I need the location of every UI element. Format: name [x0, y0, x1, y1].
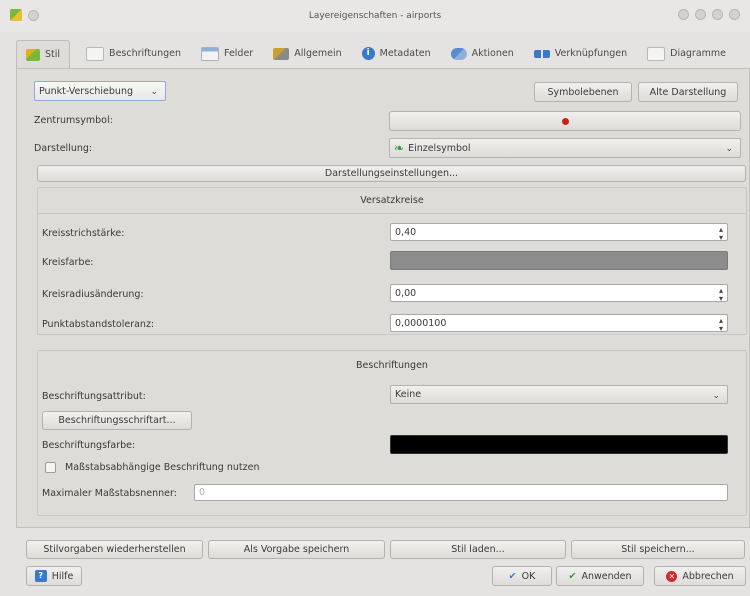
save-as-default-button[interactable]: Als Vorgabe speichern	[208, 540, 385, 559]
label-attribute-label: Beschriftungsattribut:	[42, 391, 146, 402]
tab-metadaten[interactable]: i Metadaten	[352, 40, 441, 66]
actions-icon	[450, 47, 467, 60]
tab-felder[interactable]: Felder	[191, 40, 263, 66]
tab-allgemein[interactable]: Allgemein	[263, 40, 351, 66]
tab-label: Allgemein	[294, 48, 342, 59]
spinbox-arrows-icon[interactable]: ▴ ▾	[719, 287, 723, 303]
apply-button[interactable]: ✔ Anwenden	[556, 566, 644, 586]
point-tolerance-value: 0,0000100	[395, 317, 447, 329]
spinbox-arrows-icon[interactable]: ▴ ▾	[719, 226, 723, 242]
circle-radius-value: 0,00	[395, 287, 417, 299]
renderer-label: Darstellung:	[34, 143, 93, 154]
window-title: Layereigenschaften - airports	[308, 11, 442, 21]
tab-label: Stil	[45, 49, 61, 60]
spinbox-arrows-icon[interactable]: ▴ ▾	[719, 317, 723, 333]
cancel-button[interactable]: ✕ Abbrechen	[654, 566, 746, 586]
checkmark-icon: ✔	[508, 570, 517, 582]
ok-button[interactable]: ✔ OK	[492, 566, 552, 586]
label-color-button[interactable]	[390, 435, 728, 454]
renderer-type-value: Punkt-Verschiebung	[39, 85, 133, 97]
labels-heading: Beschriftungen	[356, 360, 428, 371]
scale-dependent-checkbox[interactable]	[45, 462, 56, 473]
offset-circles-heading: Versatzkreise	[360, 195, 424, 206]
tab-label: Verknüpfungen	[554, 48, 628, 59]
circle-radius-spinbox[interactable]: 0,00 ▴ ▾	[390, 284, 728, 303]
info-icon: i	[361, 47, 375, 60]
chevron-down-icon: ⌄	[712, 391, 720, 401]
center-symbol-label: Zentrumsymbol:	[34, 115, 113, 126]
tab-bar: Stil Beschriftungen Felder Allgemein i M…	[16, 40, 750, 68]
load-style-button[interactable]: Stil laden...	[390, 540, 566, 559]
save-style-button[interactable]: Stil speichern...	[571, 540, 745, 559]
center-symbol-button[interactable]	[389, 111, 741, 131]
renderer-settings-button[interactable]: Darstellungseinstellungen...	[37, 165, 746, 182]
max-scale-input[interactable]: 0	[194, 484, 728, 501]
labels-icon	[86, 46, 105, 61]
old-style-button[interactable]: Alte Darstellung	[638, 82, 738, 102]
table-icon	[201, 46, 219, 61]
tab-beschriftungen[interactable]: Beschriftungen	[76, 40, 191, 66]
window-controls	[678, 9, 740, 20]
max-scale-value: 0	[199, 487, 206, 498]
apply-button-label: Anwenden	[581, 570, 632, 582]
close-icon[interactable]	[729, 9, 740, 20]
label-color-label: Beschriftungsfarbe:	[42, 440, 136, 451]
minimize-icon[interactable]	[695, 9, 706, 20]
tools-icon	[273, 47, 290, 60]
tab-stil[interactable]: Stil	[16, 40, 71, 68]
title-bar: Layereigenschaften - airports	[0, 0, 750, 32]
labels-group: Beschriftungen Beschriftungsattribut: Ke…	[37, 350, 747, 516]
circle-stroke-width-value: 0,40	[395, 226, 417, 238]
label-attribute-value: Keine	[395, 389, 422, 400]
tab-label: Metadaten	[379, 48, 431, 59]
tab-diagramme[interactable]: Diagramme	[637, 40, 736, 66]
tab-label: Aktionen	[471, 48, 514, 59]
circle-color-label: Kreisfarbe:	[42, 257, 94, 268]
circle-radius-label: Kreisradiusänderung:	[42, 289, 144, 300]
tab-aktionen[interactable]: Aktionen	[441, 40, 524, 66]
brush-icon	[26, 48, 40, 61]
style-panel: Punkt-Verschiebung ⌄ Symbolebenen Alte D…	[16, 68, 750, 528]
cancel-icon: ✕	[666, 570, 678, 582]
point-tolerance-spinbox[interactable]: 0,0000100 ▴ ▾	[390, 314, 728, 333]
joins-icon	[533, 49, 550, 58]
scale-dependent-label: Maßstabsabhängige Beschriftung nutzen	[65, 462, 260, 473]
tab-label: Diagramme	[670, 48, 727, 59]
offset-circles-group: Versatzkreise Kreisstrichstärke: 0,40 ▴ ▾…	[37, 187, 747, 335]
chevron-down-icon: ⌄	[725, 144, 733, 154]
label-font-button[interactable]: Beschriftungsschriftart...	[42, 411, 192, 430]
help-button-label: Hilfe	[51, 570, 74, 582]
help-button[interactable]: ? Hilfe	[26, 566, 82, 586]
circle-stroke-width-spinbox[interactable]: 0,40 ▴ ▾	[390, 223, 728, 242]
circle-stroke-width-label: Kreisstrichstärke:	[42, 228, 125, 239]
tab-verknuepfungen[interactable]: Verknüpfungen	[524, 40, 637, 66]
tab-label: Felder	[224, 48, 254, 59]
single-symbol-icon: ❧	[394, 141, 405, 155]
center-symbol-swatch	[561, 117, 569, 125]
renderer-select[interactable]: ❧ Einzelsymbol ⌄	[389, 138, 741, 158]
circle-color-button[interactable]	[390, 251, 728, 270]
symbol-levels-button[interactable]: Symbolebenen	[534, 82, 632, 102]
restore-default-style-button[interactable]: Stilvorgaben wiederherstellen	[26, 540, 203, 559]
help-window-icon[interactable]	[678, 9, 689, 20]
renderer-value: Einzelsymbol	[408, 142, 471, 154]
apply-check-icon: ✔	[568, 570, 577, 582]
ok-button-label: OK	[521, 570, 536, 582]
help-icon: ?	[34, 570, 47, 582]
tab-label: Beschriftungen	[109, 48, 181, 59]
diagram-icon	[647, 46, 666, 61]
cancel-button-label: Abbrechen	[682, 570, 734, 582]
point-tolerance-label: Punktabstandstoleranz:	[42, 319, 155, 330]
chevron-down-icon: ⌄	[150, 87, 158, 97]
maximize-icon[interactable]	[712, 9, 723, 20]
label-attribute-select[interactable]: Keine ⌄	[390, 385, 728, 404]
max-scale-label: Maximaler Maßstabsnenner:	[42, 488, 177, 499]
renderer-type-select[interactable]: Punkt-Verschiebung ⌄	[34, 81, 166, 101]
